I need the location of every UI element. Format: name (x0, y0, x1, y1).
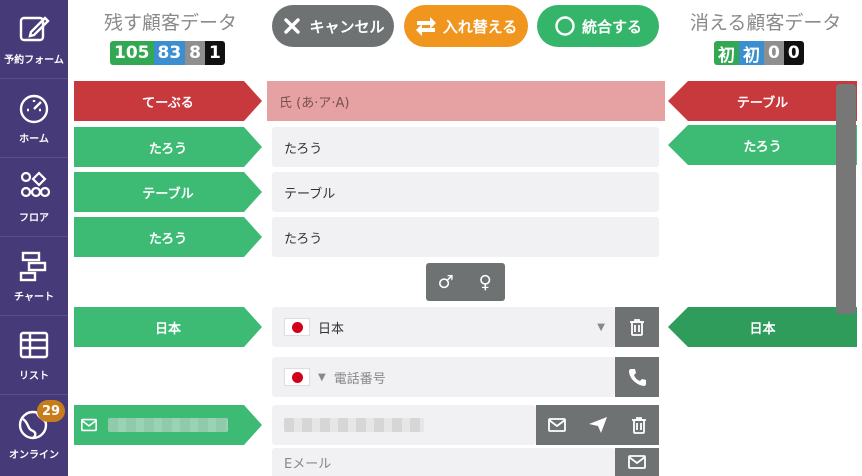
country-value: 日本 (318, 321, 345, 337)
sidebar-item-floor[interactable]: フロア (0, 158, 68, 237)
call-button[interactable] (615, 357, 659, 397)
keep-country[interactable]: 日本 (74, 307, 262, 347)
keep-last-name[interactable]: テーブル (74, 172, 262, 212)
counter-noshows: 1 (205, 41, 225, 65)
email-input[interactable]: Eメール (272, 448, 615, 476)
swap-button[interactable]: 入れ替える (404, 5, 528, 47)
first-name-input[interactable]: たろう (272, 217, 659, 257)
merge-button[interactable]: 統合する (537, 5, 659, 47)
gender-toggle: ♂ ♀ (426, 263, 505, 301)
sidebar-item-reservation-form[interactable]: 予約フォーム (0, 0, 68, 79)
counter-reservations: 初 (739, 41, 764, 66)
country-select[interactable]: 日本 ▼ (272, 307, 615, 347)
keep-customer-counters: 105 83 8 1 (110, 41, 225, 65)
paper-plane-icon (588, 417, 607, 433)
sidebar-item-label: ホーム (19, 134, 49, 145)
sidebar-item-chart[interactable]: チャート (0, 237, 68, 316)
cancel-button[interactable]: キャンセル (272, 5, 394, 47)
sidebar-item-label: オンライン (9, 450, 59, 461)
counter-reservations: 83 (153, 41, 186, 65)
delete-country-button[interactable] (615, 307, 659, 347)
male-button[interactable]: ♂ (426, 263, 466, 301)
swap-arrows-icon (415, 17, 436, 36)
trash-icon (630, 319, 644, 336)
mail-icon (547, 418, 566, 432)
counter-noshows: 0 (783, 41, 804, 65)
counter-cancels: 8 (185, 41, 206, 65)
sidebar-item-online[interactable]: オンライン 29 (0, 395, 68, 474)
sidebar: 予約フォーム ホーム フロア チャート リスト オンライン 29 (0, 0, 68, 476)
chevron-down-icon[interactable]: ▼ (318, 372, 326, 383)
remove-country[interactable]: 日本 (668, 307, 857, 347)
last-name-kana-input[interactable]: 氏 (あ·ア·A) (267, 81, 665, 121)
keep-first-name-kana[interactable]: たろう (74, 127, 262, 167)
sidebar-item-list[interactable]: リスト (0, 316, 68, 395)
email-input-masked[interactable] (272, 405, 536, 445)
remove-last-name-kana[interactable]: テーブル (668, 81, 857, 121)
sidebar-item-label: チャート (14, 292, 54, 303)
japan-flag-icon (284, 368, 310, 386)
keep-first-name[interactable]: たろう (74, 217, 262, 257)
shapes-icon (20, 171, 51, 198)
mail-icon (80, 418, 98, 432)
sidebar-item-label: 予約フォーム (4, 55, 64, 66)
phone-placeholder: 電話番号 (333, 371, 386, 387)
notification-badge: 29 (37, 400, 65, 422)
sidebar-item-label: フロア (19, 213, 49, 224)
sidebar-item-home[interactable]: ホーム (0, 79, 68, 158)
counter-visits: 105 (110, 41, 154, 65)
merge-button-label: 統合する (581, 17, 642, 36)
first-name-kana-input[interactable]: たろう (272, 127, 659, 167)
trash-icon (631, 417, 646, 434)
merge-customer-screen: 予約フォーム ホーム フロア チャート リスト オンライン 29 残す顧客データ… (0, 0, 862, 476)
swap-button-label: 入れ替える (442, 17, 518, 36)
keep-last-name-kana[interactable]: てーぶる (74, 81, 262, 121)
keep-customer-title: 残す顧客データ (104, 12, 238, 34)
email-send-button[interactable] (536, 405, 577, 445)
phone-icon (629, 369, 646, 386)
mail-icon (628, 455, 646, 469)
counter-visits: 初 (714, 41, 739, 66)
remove-first-name-kana[interactable]: たろう (668, 125, 857, 165)
cancel-button-label: キャンセル (309, 17, 385, 36)
edit-icon (19, 16, 50, 42)
gauge-icon (19, 94, 49, 124)
counter-cancels: 0 (764, 41, 784, 65)
circle-icon (555, 16, 575, 36)
send-message-button[interactable] (577, 405, 618, 445)
sidebar-item-label: リスト (19, 371, 49, 382)
japan-flag-icon (284, 318, 310, 336)
female-button[interactable]: ♀ (466, 263, 506, 301)
phone-input[interactable]: ▼ 電話番号 (272, 357, 615, 397)
masked-email-value (284, 418, 424, 432)
last-name-kana-placeholder: 氏 (あ·ア·A) (279, 95, 350, 111)
table-icon (19, 331, 49, 359)
masked-email (108, 418, 228, 432)
keep-email[interactable] (74, 405, 262, 445)
remove-customer-counters: 初 初 0 0 (714, 41, 804, 66)
email-placeholder: Eメール (284, 456, 332, 472)
delete-email-button[interactable] (618, 405, 659, 445)
scrollbar[interactable] (836, 84, 856, 314)
remove-customer-title: 消える顧客データ (690, 12, 842, 34)
chart-blocks-icon (19, 251, 47, 282)
close-icon (284, 18, 301, 34)
chevron-down-icon: ▼ (597, 321, 605, 333)
email-button[interactable] (615, 448, 659, 476)
last-name-input[interactable]: テーブル (272, 172, 659, 212)
